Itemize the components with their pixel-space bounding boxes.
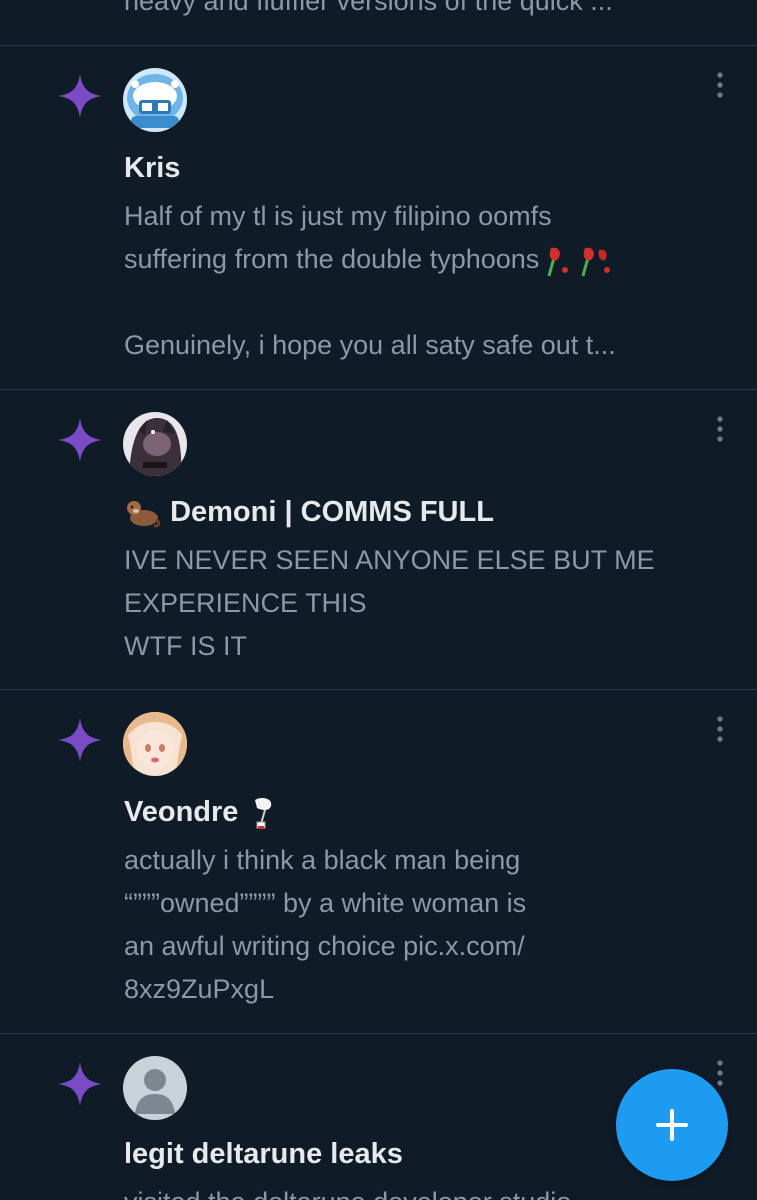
avatar[interactable] [123,712,187,776]
sparkle-icon [58,418,102,462]
post-line[interactable]: an awful writing choice pic.x.com/ [124,925,734,968]
previous-post[interactable]: heavy and fluffier versions of the quick… [0,0,757,46]
wilted-flower-emoji [547,247,611,277]
more-vertical-icon [717,416,723,442]
more-vertical-icon [717,1060,723,1086]
post-kris[interactable]: Kris Half of my tl is just my filipino o… [0,46,757,390]
post-line: actually i think a black man being [124,845,521,875]
post-line-empty [124,281,734,324]
wind-chime-emoji [254,798,271,830]
more-options-button[interactable] [706,712,734,746]
post-line: EXPERIENCE THIS [124,588,367,618]
post-line: IVE NEVER SEEN ANYONE ELSE BUT ME [124,545,655,575]
post-line: Half of my tl is just my filipino oomfs [124,201,552,231]
post-text: IVE NEVER SEEN ANYONE ELSE BUT ME EXPERI… [124,539,734,668]
timeline: heavy and fluffier versions of the quick… [0,0,757,1200]
post-line: suffering from the double typhoons [124,238,734,281]
more-vertical-icon [717,72,723,98]
previous-post-text: heavy and fluffier versions of the quick… [124,0,613,16]
sparkle-icon [58,718,102,762]
post-demoni[interactable]: Demoni | COMMS FULL IVE NEVER SEEN ANYON… [0,390,757,690]
more-options-button[interactable] [706,68,734,102]
more-vertical-icon [717,716,723,742]
avatar[interactable] [123,412,187,476]
post-author-name[interactable]: Kris [124,150,180,186]
post-author-name[interactable]: Veondre [124,794,277,830]
post-text: visited the deltarune developer studio [124,1181,734,1200]
post-veondre[interactable]: Veondre actually i think a black man bei… [0,690,757,1034]
post-author-name-text: Demoni | COMMS FULL [170,496,494,528]
compose-button[interactable] [616,1069,728,1181]
avatar[interactable] [123,1056,187,1120]
post-text: Half of my tl is just my filipino oomfs … [124,195,734,367]
plus-icon [656,1109,688,1141]
avatar[interactable] [123,68,187,132]
post-text: actually i think a black man being “”””o… [124,839,734,1011]
more-options-button[interactable] [706,412,734,446]
post-line-text: suffering from the double typhoons [124,244,540,274]
post-author-name[interactable]: legit deltarune leaks [124,1136,403,1172]
sparkle-icon [58,74,102,118]
post-line[interactable]: 8xz9ZuPxgL [124,968,734,1011]
post-line: Genuinely, i hope you all saty safe out … [124,330,616,360]
sparkle-icon [58,1062,102,1106]
post-line: WTF IS IT [124,631,247,661]
post-author-name[interactable]: Demoni | COMMS FULL [124,494,494,530]
post-author-name-text: Veondre [124,796,239,828]
post-line: “”””owned”””” by a white woman is [124,888,527,918]
post-line: visited the deltarune developer studio [124,1181,734,1200]
otter-emoji [127,501,161,528]
